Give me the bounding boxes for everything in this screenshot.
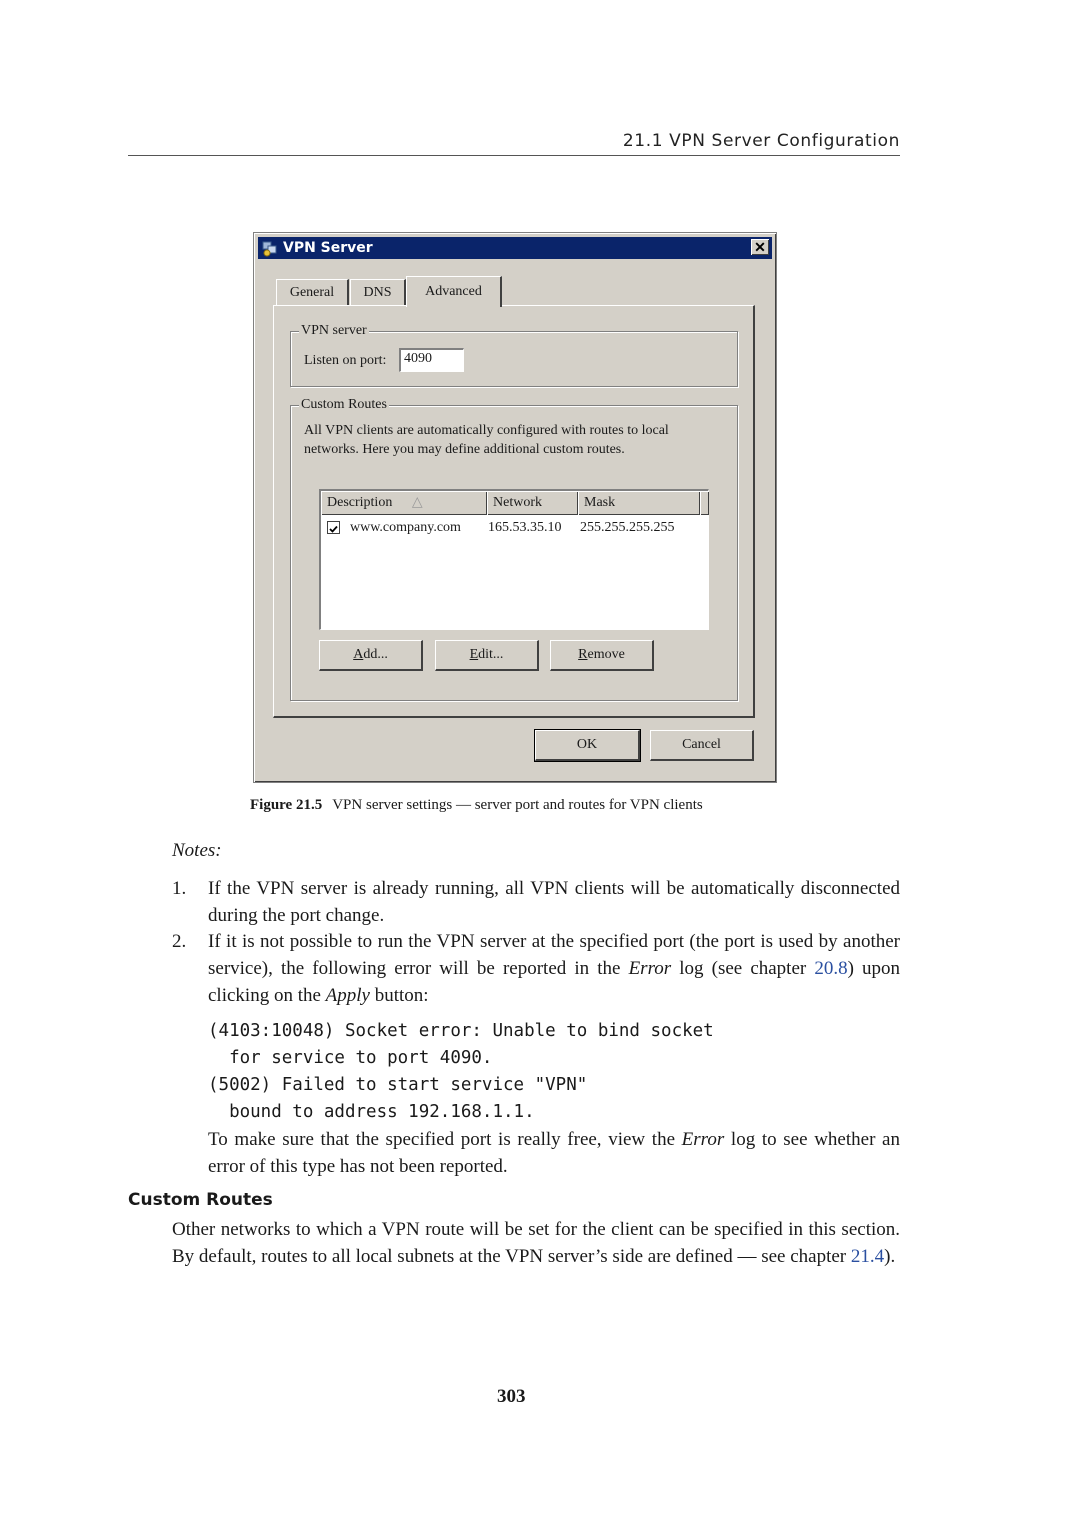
dialog-titlebar[interactable]: VPN Server ✕: [258, 237, 772, 259]
button-label: OK: [576, 737, 598, 752]
group-legend: VPN server: [299, 323, 369, 339]
chapter-link[interactable]: 21.4: [851, 1246, 884, 1267]
text: log (see chapter: [671, 958, 815, 979]
listen-port-label: Listen on port:: [304, 353, 387, 368]
tab-advanced[interactable]: Advanced: [406, 276, 502, 307]
add-route-button[interactable]: Add...: [319, 640, 423, 671]
button-label: Cancel: [682, 737, 721, 752]
tab-label: General: [289, 284, 335, 300]
notes-heading: Notes:: [172, 840, 222, 861]
button-label: dd...: [363, 647, 388, 662]
route-network: 165.53.35.10: [488, 520, 562, 535]
text: button:: [370, 985, 429, 1006]
note-item-1: If the VPN server is already running, al…: [208, 878, 900, 926]
custom-routes-description: networks. Here you may define additional…: [304, 442, 625, 457]
running-head-title: 21.1 VPN Server Configuration: [622, 131, 900, 151]
button-label: dit...: [478, 647, 504, 662]
routes-list[interactable]: Description △ Network Mask www.company.c…: [319, 489, 709, 630]
list-number: 2.: [172, 931, 187, 952]
group-legend: Custom Routes: [299, 397, 389, 413]
text: ).: [884, 1246, 896, 1267]
route-description: www.company.com: [350, 520, 461, 535]
code-line: (4103:10048) Socket error: Unable to bin…: [208, 1021, 714, 1041]
mnemonic: E: [469, 647, 479, 662]
emphasis: Apply: [325, 985, 370, 1006]
checkmark-icon: [329, 525, 338, 533]
code-line: for service to port 4090.: [208, 1048, 493, 1068]
column-label: Description: [327, 495, 393, 510]
code-line: (5002) Failed to start service "VPN": [208, 1075, 588, 1095]
note-item-2: If it is not possible to run the VPN ser…: [208, 928, 900, 1009]
column-header-mask[interactable]: Mask: [578, 491, 700, 515]
running-head: 21.1 VPN Server Configuration: [128, 130, 900, 156]
text: Other networks to which a VPN route will…: [172, 1219, 900, 1267]
tab-dns[interactable]: DNS: [350, 279, 406, 305]
tab-label: DNS: [363, 284, 392, 300]
emphasis: Error: [681, 1129, 725, 1150]
tab-general[interactable]: General: [276, 279, 349, 305]
vpn-server-icon: [261, 240, 278, 257]
column-label: Network: [493, 495, 542, 510]
code-line: bound to address 192.168.1.1.: [208, 1102, 535, 1122]
column-header-network[interactable]: Network: [487, 491, 578, 515]
tab-label: Advanced: [425, 284, 482, 299]
column-header-description[interactable]: Description △: [321, 491, 487, 515]
column-label: Mask: [584, 495, 616, 510]
emphasis: Error: [628, 958, 672, 979]
figure-caption: Figure 21.5 VPN server settings — server …: [250, 797, 703, 814]
list-number: 1.: [172, 878, 187, 899]
note-followup: To make sure that the specified port is …: [208, 1126, 900, 1180]
column-header-filler: [700, 491, 709, 515]
mnemonic: R: [578, 647, 588, 662]
ok-button[interactable]: OK: [534, 729, 641, 762]
dialog-title: VPN Server: [283, 240, 373, 256]
section-heading: Custom Routes: [128, 1190, 273, 1210]
cancel-button[interactable]: Cancel: [650, 730, 754, 761]
edit-route-button[interactable]: Edit...: [435, 640, 539, 671]
remove-route-button[interactable]: Remove: [550, 640, 654, 671]
figure-label: Figure 21.5: [250, 797, 323, 813]
sort-ascending-icon: △: [411, 495, 423, 510]
section-paragraph: Other networks to which a VPN route will…: [172, 1216, 900, 1270]
text: To make sure that the specified port is …: [208, 1129, 682, 1150]
close-icon[interactable]: ✕: [751, 239, 769, 255]
chapter-link[interactable]: 20.8: [814, 958, 847, 979]
route-mask: 255.255.255.255: [580, 520, 675, 535]
figure-caption-text: VPN server settings — server port and ro…: [332, 797, 703, 813]
mnemonic: A: [353, 647, 364, 662]
error-log-code: (4103:10048) Socket error: Unable to bin…: [208, 1018, 714, 1126]
custom-routes-description: All VPN clients are automatically config…: [304, 423, 669, 438]
listen-port-input[interactable]: 4090: [399, 348, 464, 372]
page-number: 303: [497, 1386, 526, 1407]
button-label: emove: [587, 647, 625, 662]
route-enabled-checkbox[interactable]: [327, 521, 340, 534]
